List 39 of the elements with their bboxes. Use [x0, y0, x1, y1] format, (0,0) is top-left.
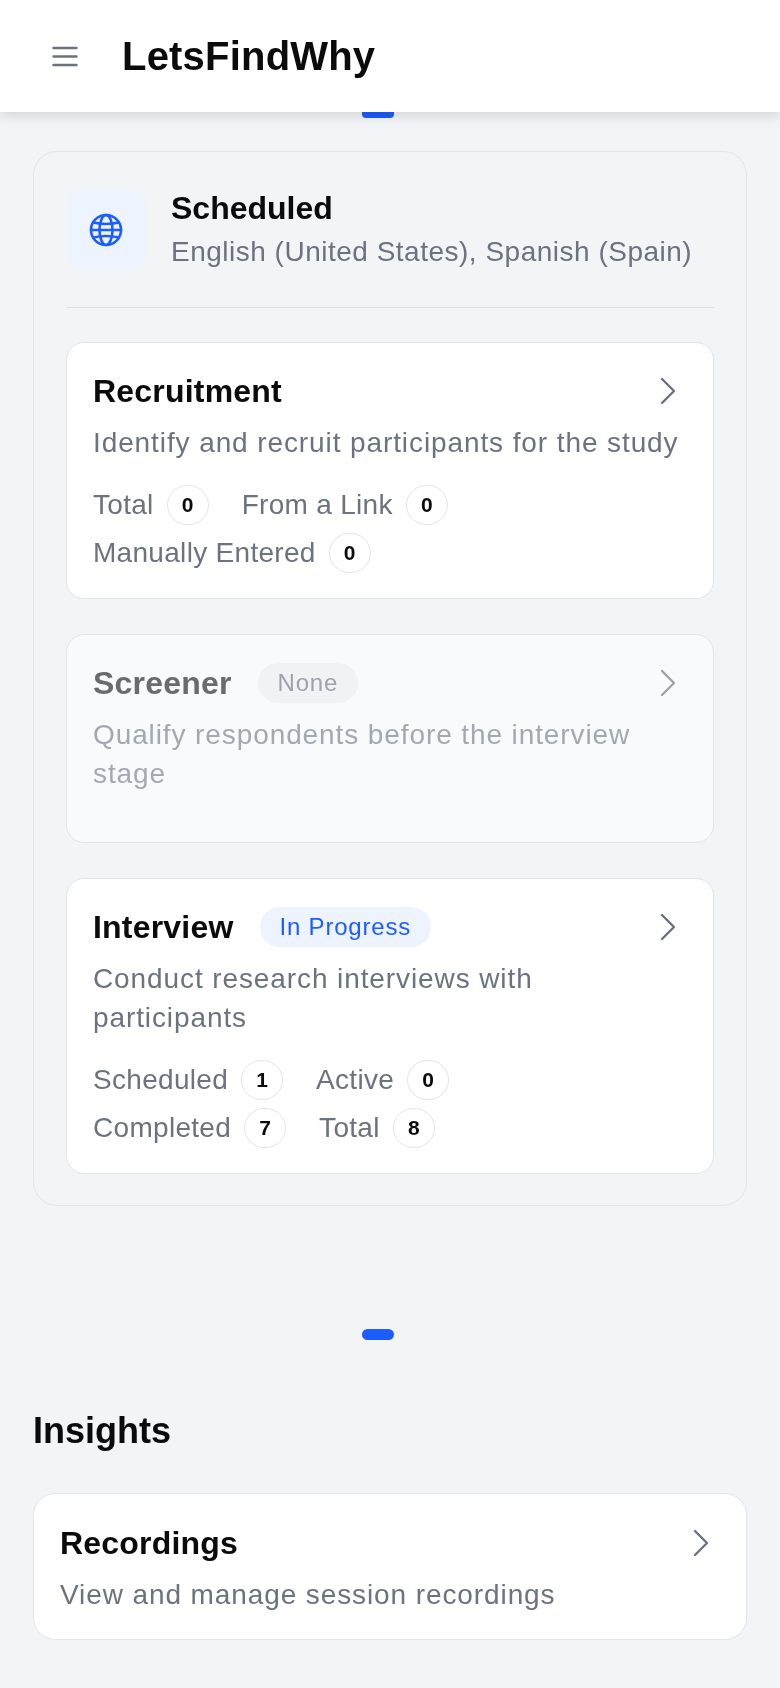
section-heading: Insights [33, 1409, 172, 1453]
page-indicator-icon[interactable] [362, 1329, 394, 1340]
stage-description: Conduct research interviews with participants [93, 962, 534, 1035]
stat-label: Manually Entered [93, 536, 316, 570]
stage-card[interactable]: Recruitment Identify and recruit participants for the study Total 0 From a Link 0 Manually Entered 0 [66, 342, 714, 599]
stat-count: 1 [241, 1060, 284, 1100]
chevron-right-icon [659, 669, 677, 697]
insight-description: View and manage session recordings [60, 1578, 557, 1612]
stat-count: 8 [392, 1108, 435, 1148]
study-languages: English (United States), Spanish (Spain) [171, 235, 693, 269]
insight-title: Recordings [60, 1524, 239, 1563]
chevron-right-icon [659, 913, 677, 941]
stat-count: 7 [244, 1108, 287, 1148]
stat-label: Active [316, 1063, 395, 1097]
stat-label: Total [319, 1111, 380, 1145]
status-badge: None [257, 663, 359, 703]
stage-card[interactable]: Interview In Progress Conduct research interviews with participants Scheduled 1 Active 0 Completed 7 Total 8 [66, 878, 714, 1174]
status-badge: In Progress [259, 907, 432, 947]
stage-description: Qualify respondents before the interview stage [93, 718, 632, 791]
stat-count: 0 [407, 1060, 450, 1100]
menu-icon[interactable] [52, 45, 78, 67]
stat-count: 0 [166, 485, 209, 525]
page-indicator-icon[interactable] [362, 112, 394, 118]
stage-title: Recruitment [93, 372, 282, 411]
stat-count: 0 [328, 533, 371, 573]
stat-label: Scheduled [93, 1063, 229, 1097]
stage-title: Interview [93, 908, 234, 947]
stage-title: Screener [93, 664, 232, 703]
stat-label: Total [93, 488, 154, 522]
insight-card[interactable]: Recordings View and manage session recordings [33, 1493, 747, 1640]
study-status: Scheduled [171, 189, 334, 228]
stage-description: Identify and recruit participants for the study [93, 426, 680, 460]
chevron-right-icon [659, 377, 677, 405]
app-title: LetsFindWhy [122, 33, 376, 80]
globe-icon [66, 190, 146, 270]
stat-label: Completed [93, 1111, 232, 1145]
stat-label: From a Link [241, 488, 393, 522]
stat-count: 0 [405, 485, 448, 525]
chevron-right-icon [692, 1529, 710, 1557]
